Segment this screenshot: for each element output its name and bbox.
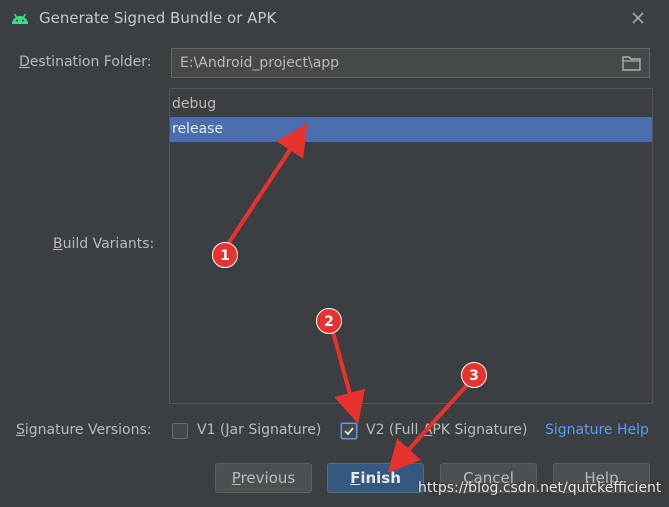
v1-label[interactable]: V1 (Jar Signature) — [197, 422, 321, 438]
destination-folder-label: Destination Folder: — [19, 54, 152, 70]
v2-label[interactable]: V2 (Full APK Signature) — [366, 422, 527, 438]
watermark-text: https://blog.csdn.net/quickefficient — [418, 480, 662, 496]
close-icon — [632, 12, 644, 24]
variant-item-release[interactable]: release — [170, 117, 652, 142]
window-title: Generate Signed Bundle or APK — [39, 9, 277, 27]
build-variants-list[interactable]: debug release — [169, 88, 653, 404]
v1-checkbox[interactable] — [172, 423, 188, 439]
close-button[interactable] — [626, 6, 650, 30]
annotation-badge-3: 3 — [461, 362, 487, 388]
android-icon — [12, 13, 28, 24]
previous-button[interactable]: Previous — [215, 463, 312, 493]
variant-item-debug[interactable]: debug — [170, 92, 652, 117]
signature-help-link[interactable]: Signature Help — [545, 422, 649, 438]
v2-checkbox[interactable] — [341, 423, 357, 439]
annotation-badge-1: 1 — [212, 242, 238, 268]
title-bar: Generate Signed Bundle or APK — [0, 0, 669, 36]
folder-icon — [622, 56, 641, 71]
signature-versions-label: Signature Versions: — [16, 422, 152, 438]
build-variants-label: Build Variants: — [53, 236, 155, 252]
finish-button[interactable]: Finish — [327, 463, 424, 493]
checkmark-icon — [344, 427, 354, 436]
destination-folder-field[interactable]: E:\Android_project\app — [171, 48, 650, 78]
browse-folder-button[interactable] — [620, 52, 644, 74]
annotation-badge-2: 2 — [316, 308, 342, 334]
